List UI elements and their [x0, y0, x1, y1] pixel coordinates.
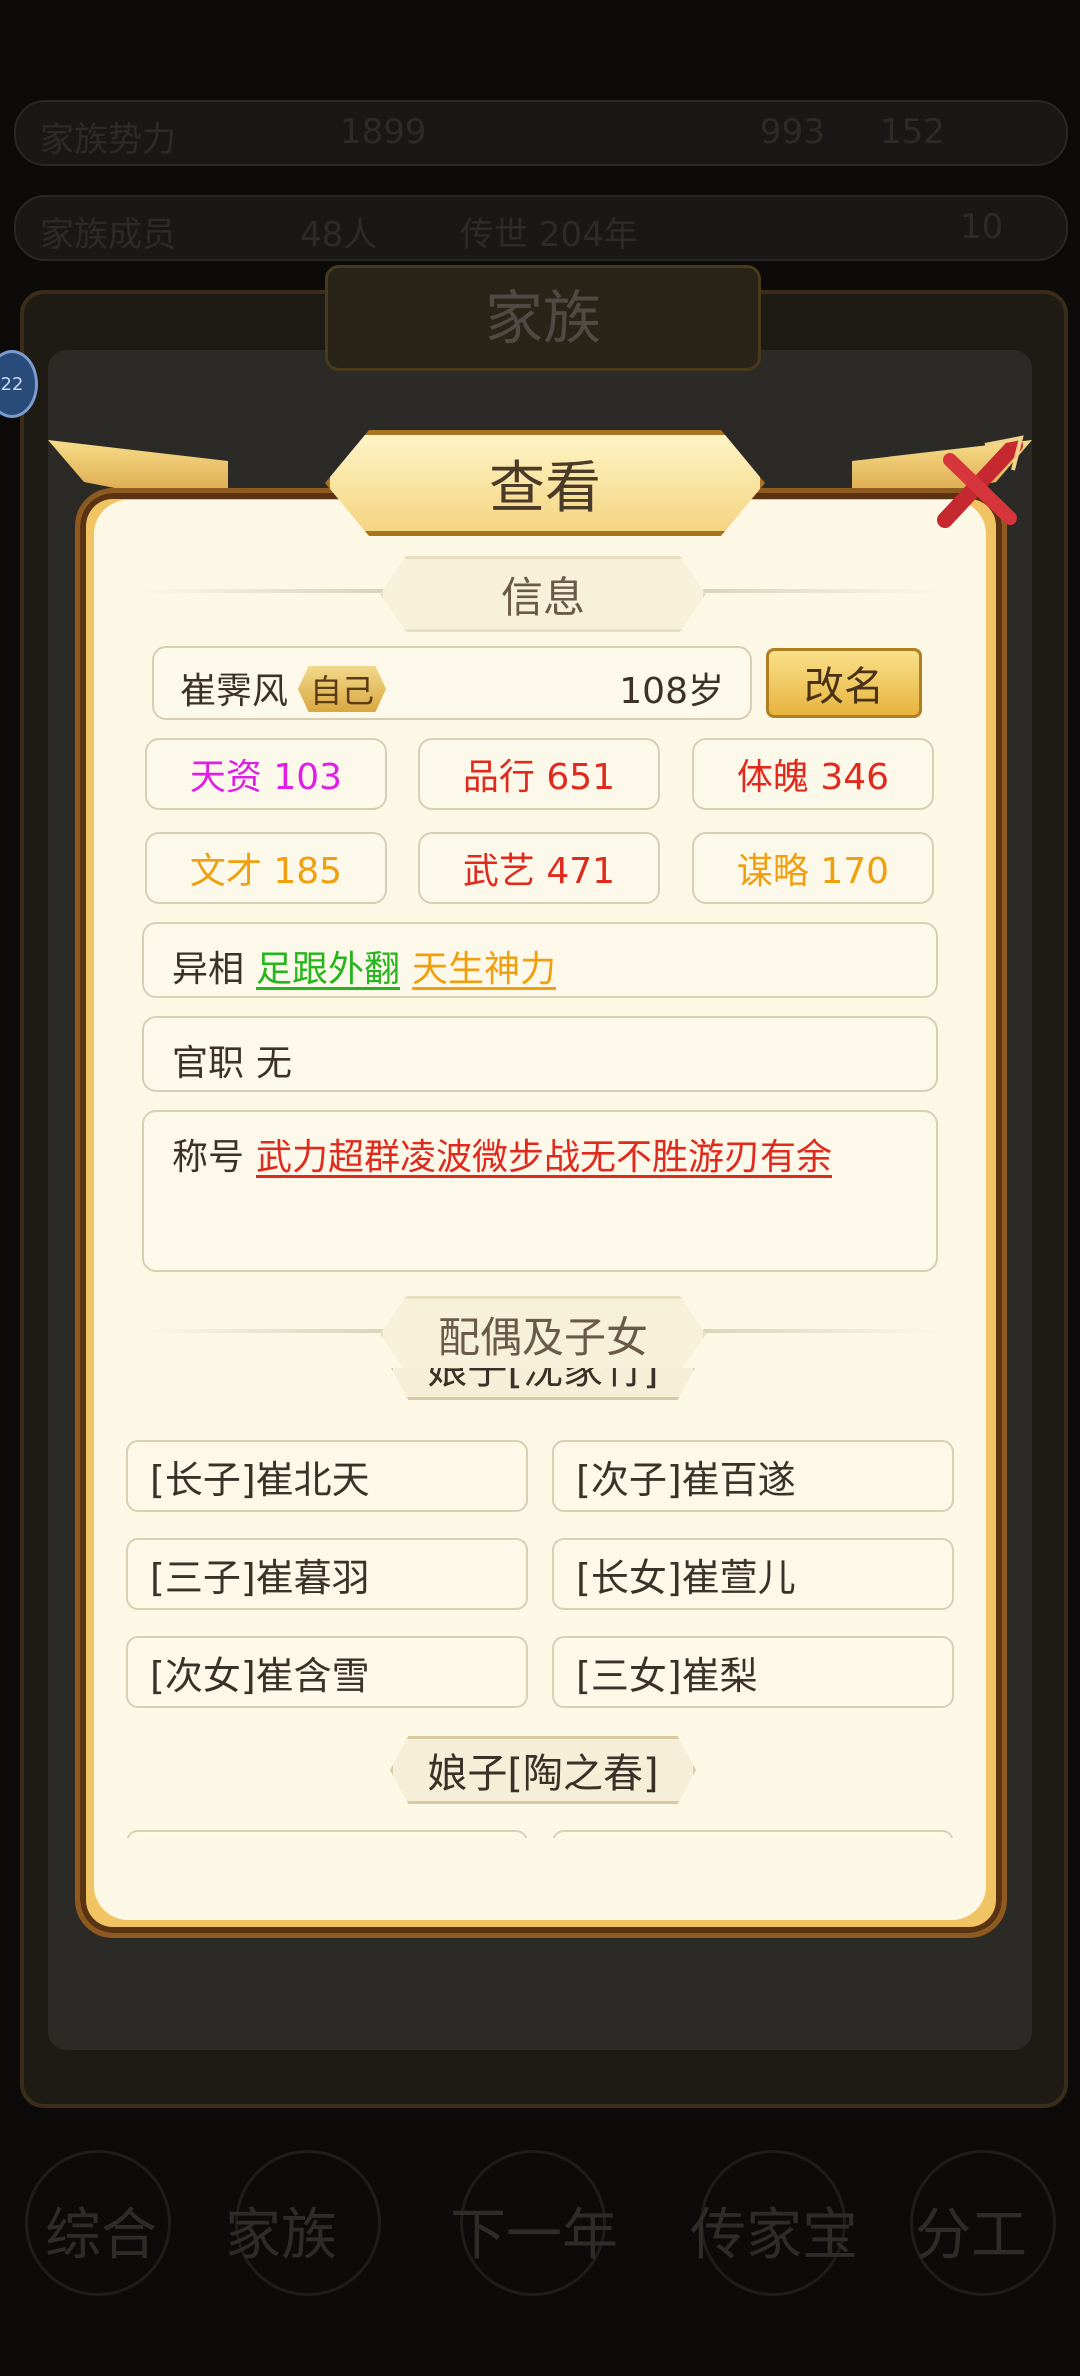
self-tag: 自己 [298, 666, 387, 712]
bg-nav-heirloom: 传家宝 [690, 2203, 858, 2268]
stat-cell: 文才 185 [145, 832, 387, 904]
child-item[interactable]: [长女]崔萱儿 [552, 1538, 954, 1610]
traits-label: 异相 [172, 949, 245, 990]
titles-value-link[interactable]: 武力超群凌波微步战无不胜游刃有余 [256, 1128, 832, 1180]
bg-currency-value-2: 152 [880, 112, 945, 152]
bg-nav-division: 分工 [915, 2203, 1027, 2268]
bg-years: 传世 204年 [460, 215, 638, 255]
family-header-plate: 配偶及子女 [380, 1296, 706, 1372]
divider [140, 589, 390, 593]
traits-field: 异相 足跟外翻 天生神力 [142, 922, 938, 998]
office-label: 官职 [172, 1043, 245, 1084]
bg-panel-title: 家族 [325, 265, 761, 371]
stat-cell: 天资 103 [145, 738, 387, 810]
divider [690, 1329, 940, 1333]
child-item[interactable]: [次女]崔含雪 [126, 1636, 528, 1708]
close-button[interactable] [925, 430, 1035, 540]
office-field: 官职 无 [142, 1016, 938, 1092]
stat-cell: 武艺 471 [418, 832, 660, 904]
info-header-plate: 信息 [380, 556, 706, 632]
child-item[interactable] [552, 1830, 954, 1838]
name-field: 崔霁风 自己 108岁 [152, 646, 752, 720]
office-value: 无 [256, 1043, 293, 1084]
bg-member-label: 家族成员 [40, 215, 176, 255]
child-item[interactable]: [次子]崔百遂 [552, 1440, 954, 1512]
divider [690, 589, 940, 593]
bg-power-value: 1899 [340, 112, 427, 152]
divider [140, 1329, 390, 1333]
stat-cell: 体魄 346 [692, 738, 934, 810]
child-item[interactable] [126, 1830, 528, 1838]
bg-member-count: 48人 [300, 215, 378, 255]
titles-label: 称号 [172, 1137, 245, 1178]
family-header-label: 配偶及子女 [437, 1312, 648, 1362]
spouse-name: 娘子[陶之春] [427, 1751, 659, 1797]
dialog-title-plate: 查看 [325, 430, 765, 536]
close-icon [937, 435, 1024, 528]
bg-currency-value: 993 [760, 112, 825, 152]
dialog-title: 查看 [489, 455, 601, 521]
stat-cell: 谋略 170 [692, 832, 934, 904]
character-age: 108岁 [619, 671, 724, 712]
spouse-name: 娘子[沈家竹] [427, 1368, 659, 1393]
bg-nav-general: 综合 [45, 2203, 157, 2268]
bg-right-value: 10 [960, 207, 1004, 247]
bg-nav-next-year: 下一年 [450, 2203, 618, 2268]
titles-field: 称号 武力超群凌波微步战无不胜游刃有余 [142, 1110, 938, 1272]
stat-cell: 品行 651 [418, 738, 660, 810]
spouse-plate[interactable]: 娘子[陶之春] [390, 1736, 696, 1804]
child-item[interactable]: [三女]崔梨 [552, 1636, 954, 1708]
character-name: 崔霁风 [180, 671, 289, 712]
family-section-header: 配偶及子女 [140, 1296, 940, 1372]
rename-button[interactable]: 改名 [766, 648, 922, 718]
spouse-plate[interactable]: 娘子[沈家竹] [390, 1368, 696, 1400]
child-item[interactable]: [长子]崔北天 [126, 1440, 528, 1512]
child-item[interactable]: [三子]崔暮羽 [126, 1538, 528, 1610]
bg-power-label: 家族势力 [40, 120, 176, 160]
trait-foot-link[interactable]: 足跟外翻 [256, 940, 400, 992]
info-header-label: 信息 [500, 572, 585, 622]
trait-strength-link[interactable]: 天生神力 [412, 940, 556, 992]
bg-nav-family: 家族 [225, 2203, 337, 2268]
info-section-header: 信息 [140, 556, 940, 632]
family-scroll-list[interactable]: 娘子[沈家竹] [长子]崔北天 [次子]崔百遂 [三子]崔暮羽 [长女]崔萱儿 … [110, 1368, 970, 1838]
